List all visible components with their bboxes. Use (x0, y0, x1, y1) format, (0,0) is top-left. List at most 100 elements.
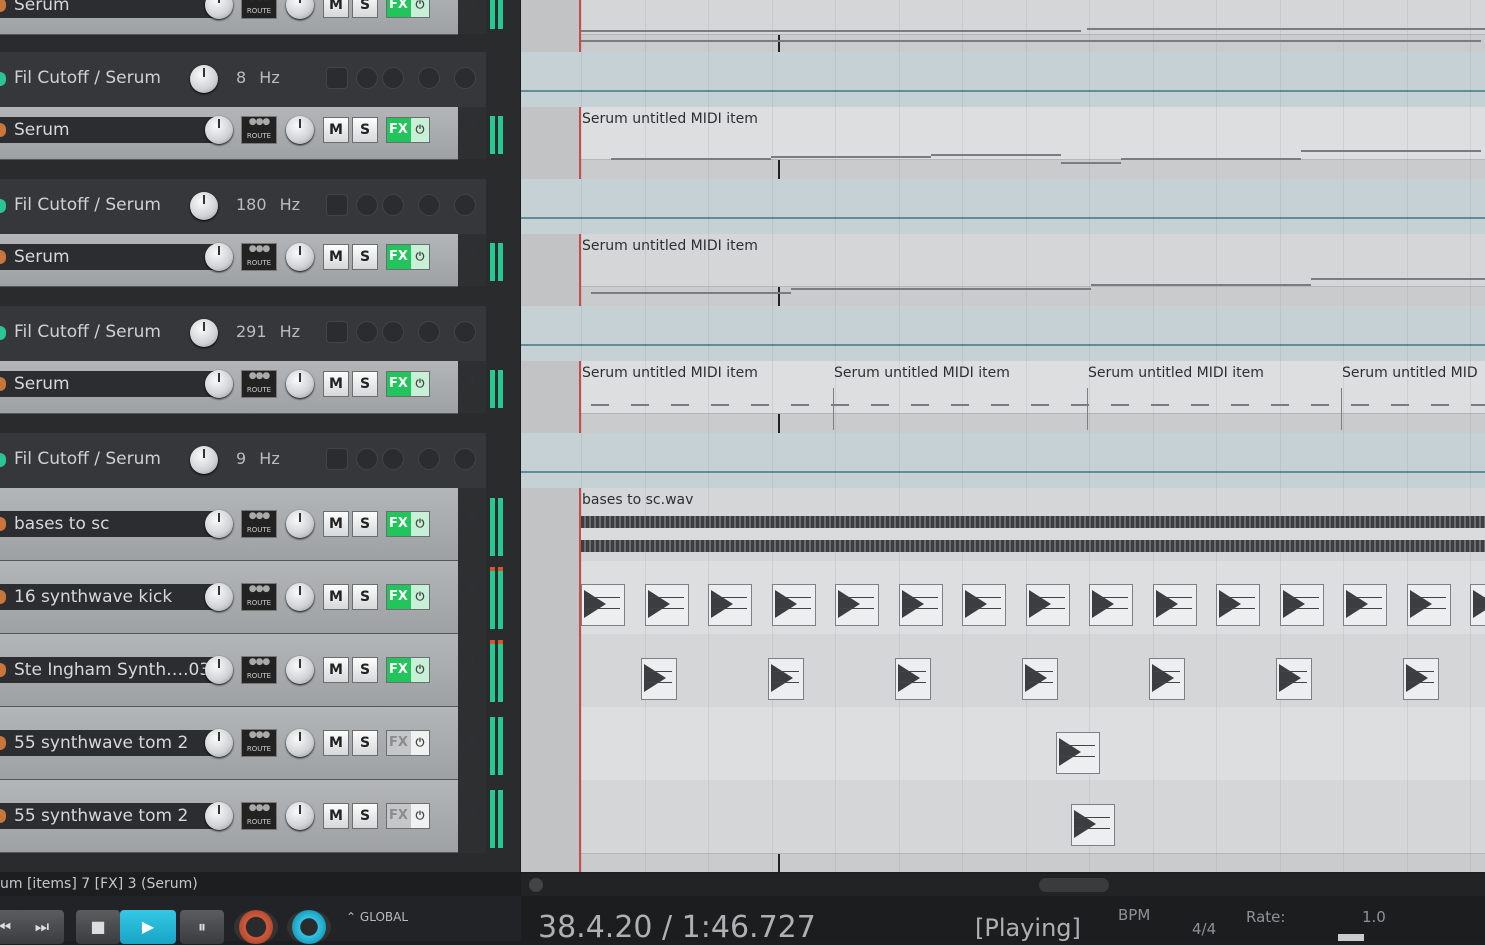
midi-item-label[interactable]: Serum untitled MIDI item (834, 365, 1010, 381)
track-lane[interactable] (581, 707, 1485, 781)
audio-clip[interactable] (1152, 584, 1197, 626)
envelope-toggle-icon[interactable] (356, 321, 378, 343)
track-row[interactable]: Ste Ingham Synth….03 ROUTE MS FX⏻ (0, 634, 458, 707)
volume-knob[interactable] (205, 243, 233, 271)
mute-button[interactable]: M (323, 584, 349, 610)
audio-clip[interactable] (1406, 584, 1451, 626)
envelope-toggle-icon[interactable] (382, 448, 404, 470)
track-name[interactable]: 16 synthwave kick (0, 584, 232, 610)
envelope-toggle-icon[interactable] (356, 67, 378, 89)
track-row[interactable]: Serum ROUTE MS FX⏻ (0, 103, 458, 160)
envelope-lane[interactable] (521, 306, 1485, 361)
envelope-name[interactable]: Fil Cutoff / Serum (0, 68, 161, 88)
envelope-toggle-icon[interactable] (418, 321, 440, 343)
fx-bypass-icon[interactable]: ⏻ (411, 731, 429, 755)
solo-button[interactable]: S (352, 584, 378, 610)
midi-item-label[interactable]: Serum untitled MIDI item (582, 238, 758, 254)
envelope-value-knob[interactable] (190, 446, 218, 474)
volume-knob[interactable] (205, 729, 233, 757)
track-name[interactable]: Ste Ingham Synth….03 (0, 657, 232, 683)
track-row[interactable]: Serum ROUTE MS FX⏻ (0, 357, 458, 414)
volume-knob[interactable] (205, 802, 233, 830)
route-button[interactable]: ROUTE (241, 230, 277, 271)
fx-bypass-icon[interactable]: ⏻ (411, 512, 429, 536)
track-row[interactable]: Serum ROUTE MS FX⏻ (0, 230, 458, 287)
audio-clip[interactable] (641, 658, 677, 700)
envelope-toggle-icon[interactable] (326, 194, 348, 216)
stop-button[interactable]: ■ (76, 910, 120, 944)
fx-button[interactable]: FX ⏻ (386, 244, 430, 270)
track-row[interactable]: 55 synthwave tom 2 ROUTE MS FX⏻ (0, 707, 458, 780)
mute-button[interactable]: M (323, 371, 349, 397)
route-button[interactable]: ROUTE (241, 643, 277, 684)
envelope-toggle-icon[interactable] (454, 321, 476, 343)
arrange-scrollbar[interactable] (521, 874, 1485, 896)
pan-knob[interactable] (286, 656, 314, 684)
pan-knob[interactable] (286, 510, 314, 538)
envelope-lane-control[interactable]: Fil Cutoff / Serum 180 Hz (0, 179, 486, 234)
volume-knob[interactable] (205, 370, 233, 398)
mute-button[interactable]: M (323, 730, 349, 756)
track-name[interactable]: Serum (0, 117, 232, 143)
envelope-lane-control[interactable]: Fil Cutoff / Serum 291 Hz (0, 306, 486, 361)
volume-knob[interactable] (205, 656, 233, 684)
envelope-lane-control[interactable]: Fil Cutoff / Serum 8 Hz (0, 52, 486, 107)
track-lane[interactable] (581, 780, 1485, 854)
scrollbar-thumb[interactable] (1039, 878, 1109, 892)
envelope-toggle-icon[interactable] (326, 321, 348, 343)
fx-button[interactable]: FX ⏻ (386, 657, 430, 683)
solo-button[interactable]: S (352, 657, 378, 683)
envelope-mode-controls[interactable] (326, 64, 476, 90)
fx-button[interactable]: FX ⏻ (386, 511, 430, 537)
track-name[interactable]: Serum (0, 0, 232, 18)
record-button[interactable] (234, 910, 278, 944)
fx-bypass-icon[interactable]: ⏻ (411, 585, 429, 609)
zoom-icon[interactable] (529, 878, 543, 892)
fx-bypass-icon[interactable]: ⏻ (411, 658, 429, 682)
fx-button[interactable]: FX ⏻ (386, 803, 430, 829)
midi-item-label[interactable]: Serum untitled MID (1342, 365, 1478, 381)
track-name[interactable]: Serum (0, 371, 232, 397)
route-button[interactable]: ROUTE (241, 0, 277, 19)
audio-clip[interactable] (1022, 658, 1058, 700)
mute-button[interactable]: M (323, 0, 349, 18)
play-button[interactable]: ▶ (120, 910, 176, 944)
envelope-toggle-icon[interactable] (356, 194, 378, 216)
pan-knob[interactable] (286, 0, 314, 19)
audio-clip[interactable] (1089, 584, 1133, 626)
audio-clip[interactable] (898, 584, 943, 626)
pan-knob[interactable] (286, 802, 314, 830)
rate-value[interactable]: 1.0 (1362, 908, 1386, 926)
pan-knob[interactable] (286, 243, 314, 271)
solo-button[interactable]: S (352, 803, 378, 829)
envelope-toggle-icon[interactable] (356, 448, 378, 470)
mute-button[interactable]: M (323, 511, 349, 537)
envelope-name[interactable]: Fil Cutoff / Serum (0, 449, 161, 469)
envelope-name[interactable]: Fil Cutoff / Serum (0, 195, 161, 215)
track-row[interactable]: bases to sc ROUTE MS FX⏻ (0, 488, 458, 561)
audio-clip[interactable] (895, 658, 931, 700)
envelope-mode-controls[interactable] (326, 318, 476, 344)
envelope-toggle-icon[interactable] (454, 67, 476, 89)
audio-clip[interactable] (1276, 658, 1312, 700)
global-automation-label[interactable]: ⌃ GLOBAL (346, 910, 408, 924)
mute-button[interactable]: M (323, 803, 349, 829)
audio-clip[interactable] (768, 658, 804, 700)
fx-bypass-icon[interactable]: ⏻ (411, 804, 429, 828)
solo-button[interactable]: S (352, 244, 378, 270)
envelope-line[interactable] (521, 471, 1485, 473)
solo-button[interactable]: S (352, 117, 378, 143)
audio-clip[interactable] (581, 584, 625, 626)
mute-button[interactable]: M (323, 657, 349, 683)
envelope-lane[interactable] (521, 433, 1485, 488)
pause-button[interactable]: ⏸ (180, 910, 224, 944)
audio-clip[interactable] (771, 584, 816, 626)
route-button[interactable]: ROUTE (241, 570, 277, 611)
audio-clip[interactable] (1470, 584, 1485, 626)
arrange-view[interactable]: Serum untitled MIDI item Serum untitled M… (521, 0, 1485, 872)
envelope-toggle-icon[interactable] (418, 448, 440, 470)
envelope-mode-controls[interactable] (326, 191, 476, 217)
midi-item-label[interactable]: Serum untitled MIDI item (582, 365, 758, 381)
fx-button[interactable]: FX ⏻ (386, 117, 430, 143)
mute-button[interactable]: M (323, 244, 349, 270)
